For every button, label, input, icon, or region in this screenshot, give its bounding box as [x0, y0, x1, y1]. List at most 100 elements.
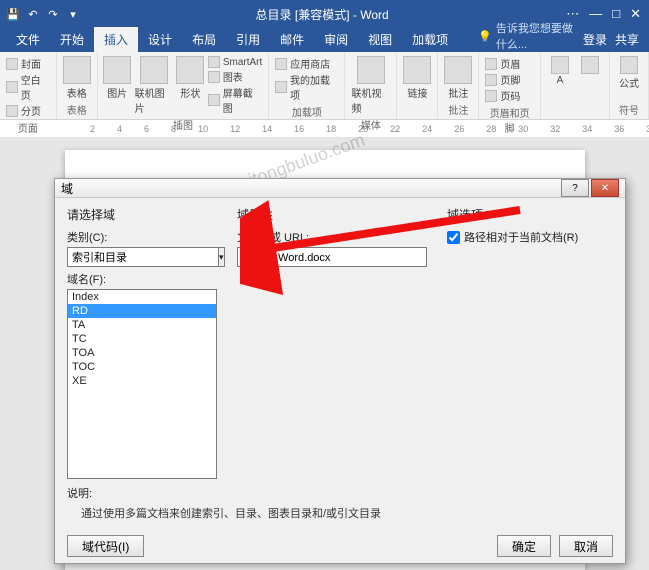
comment-icon — [444, 56, 472, 84]
text-box-button[interactable]: A — [547, 56, 573, 86]
table-icon — [63, 56, 91, 84]
relative-path-checkbox[interactable]: 路径相对于当前文档(R) — [447, 229, 613, 245]
dialog-footer: 域代码(I) 确定 取消 — [55, 529, 625, 567]
addins-icon — [275, 81, 287, 93]
group-tables: 表格 表格 — [57, 52, 98, 119]
dialog-titlebar[interactable]: 域 ? ✕ — [55, 179, 625, 198]
screenshot-icon — [208, 94, 220, 106]
close-icon[interactable]: ✕ — [630, 6, 641, 22]
horizontal-ruler[interactable]: 2468101214161820222426283032343638404244… — [0, 120, 649, 138]
description-text: 通过使用多篇文档来创建索引、目录、图表目录和/或引文目录 — [67, 505, 613, 521]
tab-file[interactable]: 文件 — [6, 27, 50, 52]
select-field-panel: 请选择域 类别(C): ▾ 域名(F): Index RD TA TC TOA … — [67, 206, 217, 479]
cover-page-icon — [6, 58, 18, 70]
header-button[interactable]: 页眉 — [485, 56, 534, 71]
relative-path-checkbox-input[interactable] — [447, 231, 460, 244]
share-button[interactable]: 共享 — [615, 31, 639, 48]
links-button[interactable]: 链接 — [403, 56, 431, 100]
group-illustrations: 图片 联机图片 形状 SmartArt 图表 屏幕截图 插图 — [98, 52, 270, 119]
field-props-heading: 域属性 — [237, 206, 427, 223]
tell-me[interactable]: 💡 告诉我您想要做什么... — [458, 20, 583, 52]
undo-icon[interactable]: ↶ — [24, 5, 42, 23]
tab-mailings[interactable]: 邮件 — [270, 27, 314, 52]
page-number-button[interactable]: 页码 — [485, 88, 534, 103]
online-pictures-button[interactable]: 联机图片 — [135, 56, 173, 115]
smartart-icon — [208, 56, 220, 68]
minimize-icon[interactable]: — — [589, 6, 602, 22]
chevron-down-icon[interactable]: ▾ — [219, 247, 225, 267]
video-icon — [357, 56, 385, 84]
filename-label: 文件名或 URL: — [237, 229, 427, 245]
my-addins-button[interactable]: 我的加载项 — [275, 72, 338, 102]
cancel-button[interactable]: 取消 — [559, 535, 613, 557]
ribbon: 封面 空白页 分页 页面 表格 表格 图片 联机图片 形状 SmartArt 图… — [0, 52, 649, 120]
redo-icon[interactable]: ↷ — [44, 5, 62, 23]
list-item[interactable]: TOA — [68, 346, 216, 360]
list-item[interactable]: XE — [68, 374, 216, 388]
group-pages: 封面 空白页 分页 页面 — [0, 52, 57, 119]
category-input[interactable] — [67, 247, 219, 267]
group-comments: 批注 批注 — [438, 52, 479, 119]
page-number-icon — [485, 90, 497, 102]
group-media: 联机视频 媒体 — [345, 52, 397, 119]
group-label-text — [547, 115, 603, 117]
screenshot-button[interactable]: 屏幕截图 — [208, 85, 262, 115]
ok-button[interactable]: 确定 — [497, 535, 551, 557]
list-item[interactable]: RD — [68, 304, 216, 318]
group-addins: 应用商店 我的加载项 加载项 — [269, 52, 345, 119]
dialog-close-button[interactable]: ✕ — [591, 179, 619, 197]
qat-more-icon[interactable]: ▾ — [64, 5, 82, 23]
save-icon[interactable]: 💾 — [4, 5, 22, 23]
page-break-button[interactable]: 分页 — [6, 103, 50, 118]
group-label-symbols: 符号 — [616, 100, 642, 117]
list-item[interactable]: Index — [68, 290, 216, 304]
relative-path-checkbox-label: 路径相对于当前文档(R) — [464, 229, 578, 245]
select-field-heading: 请选择域 — [67, 206, 217, 223]
chart-icon — [208, 71, 220, 83]
link-icon — [403, 56, 431, 84]
blank-page-icon — [6, 81, 18, 93]
pictures-button[interactable]: 图片 — [104, 56, 131, 100]
account-link[interactable]: 登录 — [583, 31, 607, 48]
shapes-button[interactable]: 形状 — [177, 56, 204, 100]
tab-review[interactable]: 审阅 — [314, 27, 358, 52]
page-break-icon — [6, 105, 18, 117]
parts-icon — [581, 56, 599, 74]
smartart-button[interactable]: SmartArt — [208, 56, 262, 68]
footer-button[interactable]: 页脚 — [485, 72, 534, 87]
pictures-icon — [103, 56, 131, 84]
field-options-panel: 域选项 路径相对于当前文档(R) — [447, 206, 613, 479]
cover-page-button[interactable]: 封面 — [6, 56, 50, 71]
comment-button[interactable]: 批注 — [444, 56, 472, 100]
tab-home[interactable]: 开始 — [50, 27, 94, 52]
quick-parts-button[interactable] — [577, 56, 603, 74]
tab-design[interactable]: 设计 — [138, 27, 182, 52]
category-label: 类别(C): — [67, 229, 217, 245]
field-options-heading: 域选项 — [447, 206, 613, 223]
table-button[interactable]: 表格 — [63, 56, 91, 100]
blank-page-button[interactable]: 空白页 — [6, 72, 50, 102]
footer-icon — [485, 74, 497, 86]
online-video-button[interactable]: 联机视频 — [351, 56, 390, 115]
chart-button[interactable]: 图表 — [208, 69, 262, 84]
tab-layout[interactable]: 布局 — [182, 27, 226, 52]
list-item[interactable]: TA — [68, 318, 216, 332]
list-item[interactable]: TOC — [68, 360, 216, 374]
equation-button[interactable]: 公式 — [616, 56, 642, 90]
field-names-label: 域名(F): — [67, 271, 217, 287]
header-icon — [485, 58, 497, 70]
tab-view[interactable]: 视图 — [358, 27, 402, 52]
tab-insert[interactable]: 插入 — [94, 27, 138, 52]
maximize-icon[interactable]: □ — [612, 6, 620, 22]
tab-references[interactable]: 引用 — [226, 27, 270, 52]
field-codes-button[interactable]: 域代码(I) — [67, 535, 144, 557]
tab-addins[interactable]: 加载项 — [402, 27, 458, 52]
textbox-icon — [551, 56, 569, 74]
dialog-help-button[interactable]: ? — [561, 179, 589, 197]
list-item[interactable]: TC — [68, 332, 216, 346]
field-names-listbox[interactable]: Index RD TA TC TOA TOC XE — [67, 289, 217, 479]
filename-input[interactable] — [237, 247, 427, 267]
store-icon — [275, 58, 287, 70]
store-button[interactable]: 应用商店 — [275, 56, 338, 71]
category-combo[interactable]: ▾ — [67, 247, 217, 267]
